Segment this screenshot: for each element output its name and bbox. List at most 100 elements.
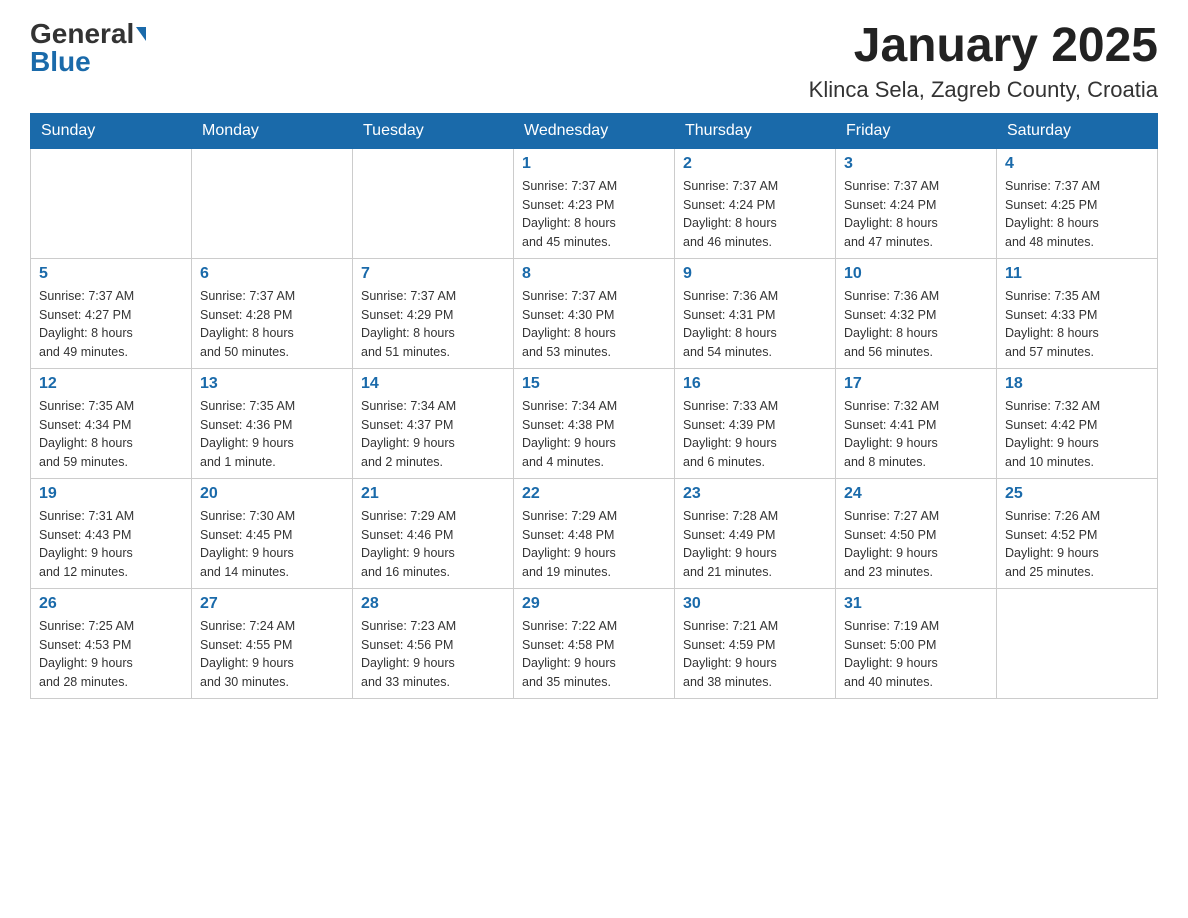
day-number: 13 <box>200 375 344 393</box>
day-number: 8 <box>522 265 666 283</box>
day-number: 16 <box>683 375 827 393</box>
day-number: 2 <box>683 155 827 173</box>
day-number: 31 <box>844 595 988 613</box>
weekday-header-friday: Friday <box>836 113 997 148</box>
logo-blue-text: Blue <box>30 48 91 76</box>
day-number: 3 <box>844 155 988 173</box>
calendar-cell: 2 Sunrise: 7:37 AM Sunset: 4:24 PM Daylig… <box>675 148 836 258</box>
logo-general-text: General <box>30 20 134 48</box>
location-title: Klinca Sela, Zagreb County, Croatia <box>809 77 1158 103</box>
day-info: Sunrise: 7:27 AM Sunset: 4:50 PM Dayligh… <box>844 507 988 582</box>
calendar-cell: 18 Sunrise: 7:32 AM Sunset: 4:42 PM Dayli… <box>997 368 1158 478</box>
calendar-cell: 7 Sunrise: 7:37 AM Sunset: 4:29 PM Daylig… <box>353 258 514 368</box>
calendar-cell: 21 Sunrise: 7:29 AM Sunset: 4:46 PM Dayli… <box>353 478 514 588</box>
day-info: Sunrise: 7:37 AM Sunset: 4:25 PM Dayligh… <box>1005 177 1149 252</box>
calendar-cell: 20Sunrise: 7:30 AM Sunset: 4:45 PM Dayli… <box>192 478 353 588</box>
week-row-2: 5 Sunrise: 7:37 AM Sunset: 4:27 PM Daylig… <box>31 258 1158 368</box>
day-info: Sunrise: 7:35 AM Sunset: 4:36 PM Dayligh… <box>200 397 344 472</box>
day-number: 1 <box>522 155 666 173</box>
calendar-cell: 30 Sunrise: 7:21 AM Sunset: 4:59 PM Dayli… <box>675 588 836 698</box>
calendar-cell: 4 Sunrise: 7:37 AM Sunset: 4:25 PM Daylig… <box>997 148 1158 258</box>
day-number: 18 <box>1005 375 1149 393</box>
day-info: Sunrise: 7:22 AM Sunset: 4:58 PM Dayligh… <box>522 617 666 692</box>
day-info: Sunrise: 7:37 AM Sunset: 4:28 PM Dayligh… <box>200 287 344 362</box>
day-info: Sunrise: 7:35 AM Sunset: 4:34 PM Dayligh… <box>39 397 183 472</box>
day-number: 4 <box>1005 155 1149 173</box>
day-info: Sunrise: 7:23 AM Sunset: 4:56 PM Dayligh… <box>361 617 505 692</box>
weekday-header-row: SundayMondayTuesdayWednesdayThursdayFrid… <box>31 113 1158 148</box>
week-row-5: 26Sunrise: 7:25 AM Sunset: 4:53 PM Dayli… <box>31 588 1158 698</box>
calendar-cell <box>31 148 192 258</box>
calendar-cell: 8 Sunrise: 7:37 AM Sunset: 4:30 PM Daylig… <box>514 258 675 368</box>
day-number: 21 <box>361 485 505 503</box>
day-info: Sunrise: 7:33 AM Sunset: 4:39 PM Dayligh… <box>683 397 827 472</box>
title-block: January 2025 Klinca Sela, Zagreb County,… <box>809 20 1158 103</box>
calendar-cell <box>192 148 353 258</box>
day-info: Sunrise: 7:32 AM Sunset: 4:42 PM Dayligh… <box>1005 397 1149 472</box>
calendar-cell: 22Sunrise: 7:29 AM Sunset: 4:48 PM Dayli… <box>514 478 675 588</box>
day-number: 19 <box>39 485 183 503</box>
day-info: Sunrise: 7:37 AM Sunset: 4:24 PM Dayligh… <box>844 177 988 252</box>
day-info: Sunrise: 7:24 AM Sunset: 4:55 PM Dayligh… <box>200 617 344 692</box>
calendar-cell: 10Sunrise: 7:36 AM Sunset: 4:32 PM Dayli… <box>836 258 997 368</box>
day-info: Sunrise: 7:35 AM Sunset: 4:33 PM Dayligh… <box>1005 287 1149 362</box>
weekday-header-thursday: Thursday <box>675 113 836 148</box>
day-info: Sunrise: 7:34 AM Sunset: 4:37 PM Dayligh… <box>361 397 505 472</box>
logo-arrow-icon <box>136 27 146 41</box>
day-info: Sunrise: 7:26 AM Sunset: 4:52 PM Dayligh… <box>1005 507 1149 582</box>
day-number: 23 <box>683 485 827 503</box>
calendar-cell: 27Sunrise: 7:24 AM Sunset: 4:55 PM Dayli… <box>192 588 353 698</box>
day-info: Sunrise: 7:19 AM Sunset: 5:00 PM Dayligh… <box>844 617 988 692</box>
calendar-cell: 11 Sunrise: 7:35 AM Sunset: 4:33 PM Dayli… <box>997 258 1158 368</box>
calendar-cell: 5 Sunrise: 7:37 AM Sunset: 4:27 PM Daylig… <box>31 258 192 368</box>
calendar-cell: 9 Sunrise: 7:36 AM Sunset: 4:31 PM Daylig… <box>675 258 836 368</box>
page-header: General Blue January 2025 Klinca Sela, Z… <box>30 20 1158 103</box>
weekday-header-tuesday: Tuesday <box>353 113 514 148</box>
calendar-cell: 15Sunrise: 7:34 AM Sunset: 4:38 PM Dayli… <box>514 368 675 478</box>
day-info: Sunrise: 7:37 AM Sunset: 4:27 PM Dayligh… <box>39 287 183 362</box>
day-info: Sunrise: 7:37 AM Sunset: 4:23 PM Dayligh… <box>522 177 666 252</box>
day-info: Sunrise: 7:25 AM Sunset: 4:53 PM Dayligh… <box>39 617 183 692</box>
day-info: Sunrise: 7:37 AM Sunset: 4:30 PM Dayligh… <box>522 287 666 362</box>
calendar-cell: 31 Sunrise: 7:19 AM Sunset: 5:00 PM Dayli… <box>836 588 997 698</box>
logo: General Blue <box>30 20 146 76</box>
day-info: Sunrise: 7:37 AM Sunset: 4:29 PM Dayligh… <box>361 287 505 362</box>
calendar-cell: 17Sunrise: 7:32 AM Sunset: 4:41 PM Dayli… <box>836 368 997 478</box>
calendar-cell: 3 Sunrise: 7:37 AM Sunset: 4:24 PM Daylig… <box>836 148 997 258</box>
day-number: 7 <box>361 265 505 283</box>
day-info: Sunrise: 7:37 AM Sunset: 4:24 PM Dayligh… <box>683 177 827 252</box>
day-number: 14 <box>361 375 505 393</box>
day-info: Sunrise: 7:30 AM Sunset: 4:45 PM Dayligh… <box>200 507 344 582</box>
calendar-cell: 6Sunrise: 7:37 AM Sunset: 4:28 PM Daylig… <box>192 258 353 368</box>
month-title: January 2025 <box>809 20 1158 73</box>
day-info: Sunrise: 7:29 AM Sunset: 4:46 PM Dayligh… <box>361 507 505 582</box>
calendar-cell: 26Sunrise: 7:25 AM Sunset: 4:53 PM Dayli… <box>31 588 192 698</box>
calendar-cell <box>997 588 1158 698</box>
calendar-cell: 23 Sunrise: 7:28 AM Sunset: 4:49 PM Dayli… <box>675 478 836 588</box>
day-number: 9 <box>683 265 827 283</box>
week-row-4: 19Sunrise: 7:31 AM Sunset: 4:43 PM Dayli… <box>31 478 1158 588</box>
day-number: 24 <box>844 485 988 503</box>
calendar-cell: 1 Sunrise: 7:37 AM Sunset: 4:23 PM Daylig… <box>514 148 675 258</box>
calendar-cell: 25Sunrise: 7:26 AM Sunset: 4:52 PM Dayli… <box>997 478 1158 588</box>
calendar-cell: 29 Sunrise: 7:22 AM Sunset: 4:58 PM Dayli… <box>514 588 675 698</box>
calendar-cell: 12 Sunrise: 7:35 AM Sunset: 4:34 PM Dayli… <box>31 368 192 478</box>
day-number: 17 <box>844 375 988 393</box>
day-info: Sunrise: 7:36 AM Sunset: 4:32 PM Dayligh… <box>844 287 988 362</box>
day-info: Sunrise: 7:28 AM Sunset: 4:49 PM Dayligh… <box>683 507 827 582</box>
day-info: Sunrise: 7:21 AM Sunset: 4:59 PM Dayligh… <box>683 617 827 692</box>
calendar-cell <box>353 148 514 258</box>
day-number: 22 <box>522 485 666 503</box>
weekday-header-monday: Monday <box>192 113 353 148</box>
week-row-3: 12 Sunrise: 7:35 AM Sunset: 4:34 PM Dayli… <box>31 368 1158 478</box>
day-info: Sunrise: 7:36 AM Sunset: 4:31 PM Dayligh… <box>683 287 827 362</box>
calendar-cell: 13 Sunrise: 7:35 AM Sunset: 4:36 PM Dayli… <box>192 368 353 478</box>
day-number: 30 <box>683 595 827 613</box>
day-number: 15 <box>522 375 666 393</box>
day-number: 12 <box>39 375 183 393</box>
day-number: 5 <box>39 265 183 283</box>
calendar-table: SundayMondayTuesdayWednesdayThursdayFrid… <box>30 113 1158 699</box>
day-number: 29 <box>522 595 666 613</box>
day-number: 11 <box>1005 265 1149 283</box>
weekday-header-sunday: Sunday <box>31 113 192 148</box>
